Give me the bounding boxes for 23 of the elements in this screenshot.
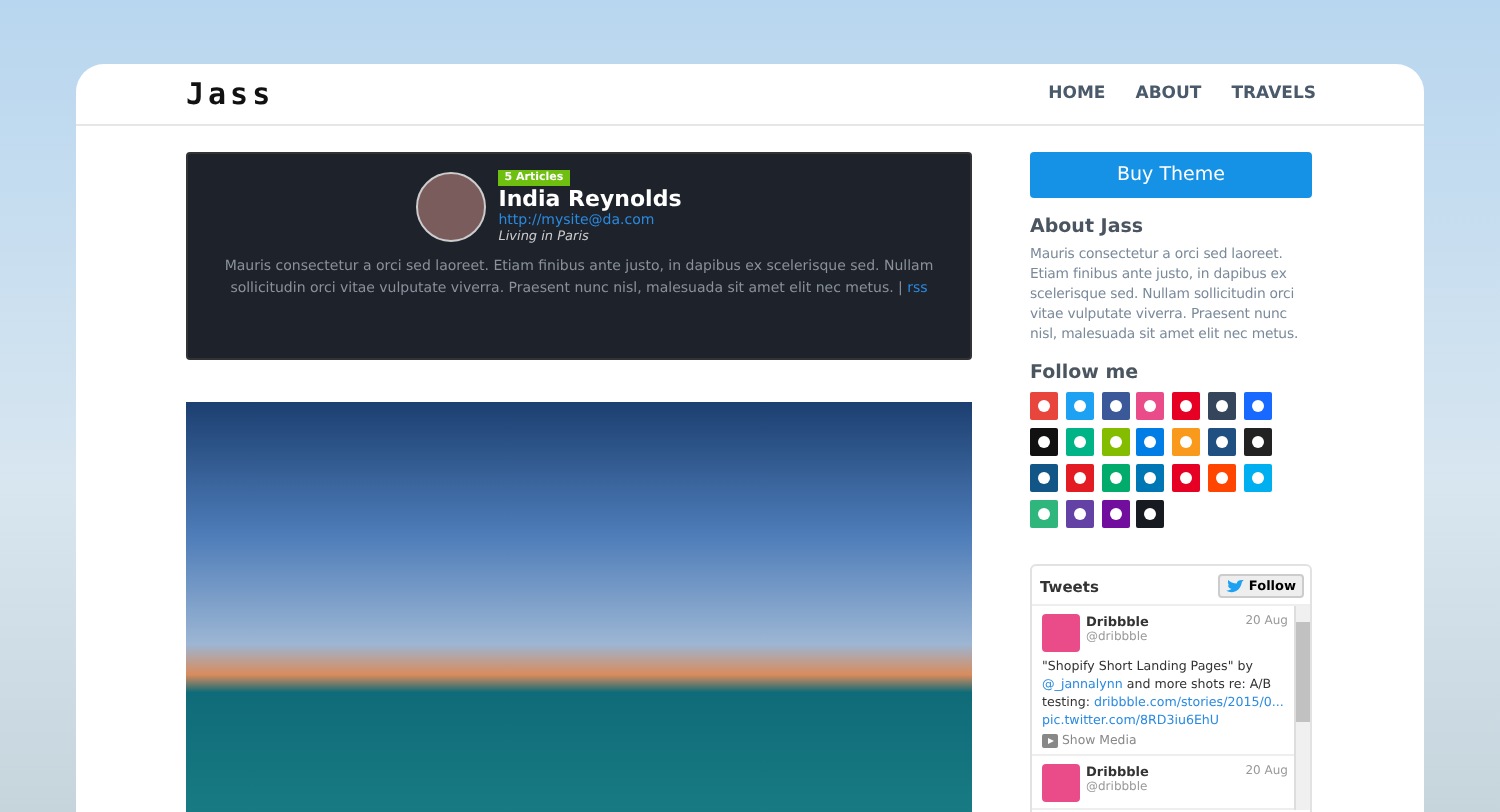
bird-icon — [1226, 579, 1245, 593]
nav-link[interactable]: TRAVELS — [1231, 84, 1316, 104]
avatar — [416, 172, 487, 242]
social-icon[interactable] — [1136, 500, 1165, 528]
scrollbar[interactable] — [1294, 606, 1310, 810]
social-icon[interactable] — [1030, 428, 1058, 456]
nav-link[interactable]: HOME — [1048, 84, 1106, 104]
social-icon[interactable] — [1207, 392, 1236, 420]
social-icon[interactable] — [1243, 428, 1272, 456]
social-icon[interactable] — [1101, 500, 1130, 528]
video-icon — [1042, 734, 1058, 748]
social-icon[interactable] — [1030, 464, 1058, 492]
buy-theme-button[interactable]: Buy Theme — [1030, 152, 1312, 198]
social-icon[interactable] — [1101, 392, 1130, 420]
author-name: India Reynolds — [498, 186, 682, 212]
nav-link[interactable]: ABOUT — [1135, 84, 1202, 104]
site-logo[interactable]: Jass — [186, 76, 275, 112]
profile-picture — [1042, 764, 1080, 802]
social-icon[interactable] — [1065, 500, 1094, 528]
follow-heading: Follow me — [1030, 362, 1141, 384]
about-heading: About Jass — [1030, 216, 1146, 238]
profile-picture — [1042, 614, 1080, 652]
social-icon[interactable] — [1207, 428, 1236, 456]
